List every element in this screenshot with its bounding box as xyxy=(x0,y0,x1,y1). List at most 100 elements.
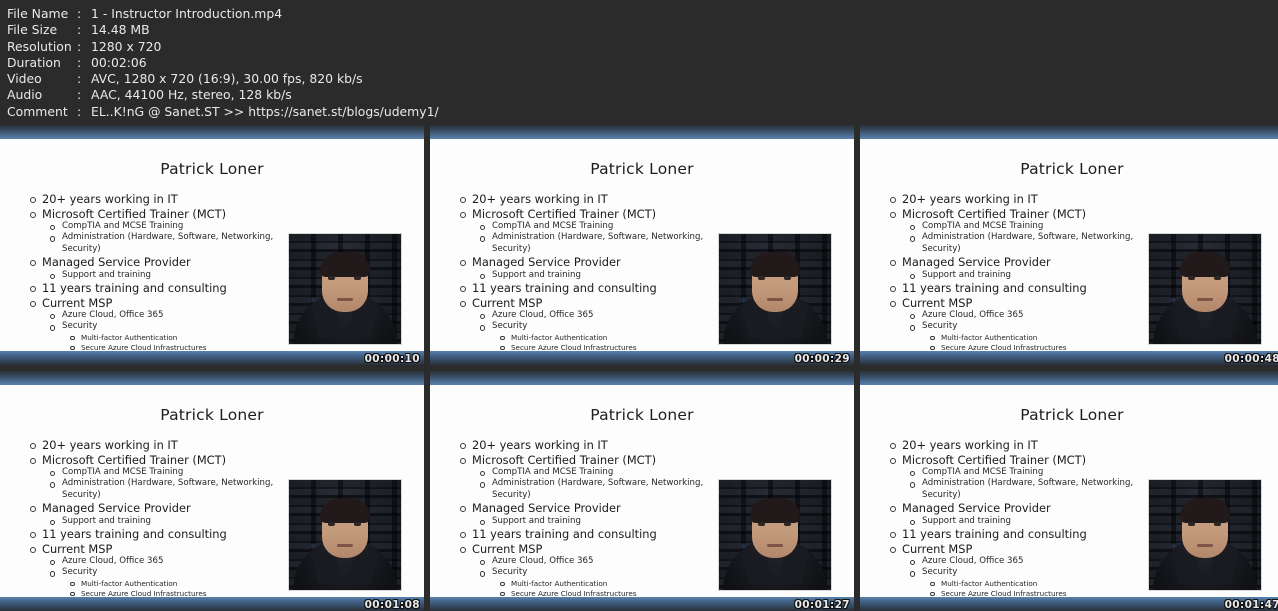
letterbox-bar-bottom xyxy=(430,597,854,611)
presenter-eye-left xyxy=(328,522,335,526)
letterbox-bar-top xyxy=(430,371,854,385)
presenter-mouth xyxy=(767,298,783,301)
thumbnail-timestamp: 00:01:47 xyxy=(1224,599,1278,611)
metadata-value: AAC, 44100 Hz, stereo, 128 kb/s xyxy=(91,87,292,103)
presenter-hair xyxy=(320,498,370,523)
thumbnail-timestamp: 00:00:48 xyxy=(1224,353,1278,365)
metadata-value: 14.48 MB xyxy=(91,22,150,38)
metadata-colon: : xyxy=(77,87,82,103)
metadata-row-duration: Duration : 00:02:06 xyxy=(7,55,1278,71)
presentation-slide: Patrick Loner 20+ years working in IT Mi… xyxy=(430,385,854,598)
metadata-label: File Size xyxy=(7,22,58,38)
bullet-level1: 20+ years working in IT xyxy=(888,192,1278,207)
video-thumbnail[interactable]: Patrick Loner 20+ years working in IT Mi… xyxy=(430,125,854,365)
metadata-colon: : xyxy=(77,71,82,87)
slide-title: Patrick Loner xyxy=(160,160,264,178)
bullet-level2: Administration (Hardware, Software, Netw… xyxy=(478,232,718,255)
thumbnail-grid: Patrick Loner 20+ years working in IT Mi… xyxy=(0,125,1278,611)
video-thumbnail[interactable]: Patrick Loner 20+ years working in IT Mi… xyxy=(860,371,1278,611)
letterbox-bar-top xyxy=(0,125,424,139)
letterbox-bar-top xyxy=(860,125,1278,139)
metadata-row-file-name: File Name : 1 - Instructor Introduction.… xyxy=(7,6,1278,22)
metadata-row-audio: Audio : AAC, 44100 Hz, stereo, 128 kb/s xyxy=(7,87,1278,103)
presentation-slide: Patrick Loner 20+ years working in IT Mi… xyxy=(430,139,854,352)
bullet-level2: CompTIA and MCSE Training xyxy=(48,221,424,232)
metadata-colon: : xyxy=(77,54,82,70)
letterbox-bar-bottom xyxy=(0,351,424,365)
metadata-value: 00:02:06 xyxy=(91,54,147,70)
letterbox-bar-bottom xyxy=(860,597,1278,611)
metadata-colon: : xyxy=(77,22,82,38)
webcam-overlay xyxy=(1148,479,1262,591)
thumbnail-timestamp: 00:01:27 xyxy=(794,599,850,611)
bullet-level1: 20+ years working in IT xyxy=(28,192,424,207)
slide-title: Patrick Loner xyxy=(1020,160,1124,178)
metadata-value: 1280 x 720 xyxy=(91,38,162,54)
metadata-label: Comment xyxy=(7,103,68,119)
bullet-level2: Administration (Hardware, Software, Netw… xyxy=(908,232,1148,255)
presenter-eye-left xyxy=(328,276,335,280)
video-thumbnail[interactable]: Patrick Loner 20+ years working in IT Mi… xyxy=(0,371,424,611)
metadata-row-file-size: File Size : 14.48 MB xyxy=(7,22,1278,38)
slide-title: Patrick Loner xyxy=(590,160,694,178)
thumbnail-timestamp: 00:00:10 xyxy=(364,353,420,365)
slide-title: Patrick Loner xyxy=(1020,406,1124,424)
bullet-level1: Microsoft Certified Trainer (MCT) xyxy=(888,207,1278,222)
presenter-mouth xyxy=(767,544,783,547)
presenter-eye-right xyxy=(1214,522,1221,526)
presenter-hair xyxy=(750,498,800,523)
webcam-overlay xyxy=(1148,233,1262,345)
metadata-row-resolution: Resolution : 1280 x 720 xyxy=(7,39,1278,55)
thumbnail-timestamp: 00:01:08 xyxy=(364,599,420,611)
presentation-slide: Patrick Loner 20+ years working in IT Mi… xyxy=(860,139,1278,352)
presenter-mouth xyxy=(337,298,353,301)
bullet-level1: Microsoft Certified Trainer (MCT) xyxy=(28,207,424,222)
bullet-level1: 20+ years working in IT xyxy=(458,438,854,453)
presenter-mouth xyxy=(1197,544,1213,547)
presenter-eye-left xyxy=(758,522,765,526)
metadata-label: File Name xyxy=(7,6,69,21)
bullet-level1: 20+ years working in IT xyxy=(888,438,1278,453)
letterbox-bar-top xyxy=(430,125,854,139)
presenter-mouth xyxy=(1197,298,1213,301)
bullet-level1: Microsoft Certified Trainer (MCT) xyxy=(458,453,854,468)
bullet-level2: Administration (Hardware, Software, Netw… xyxy=(48,232,288,255)
slide-title: Patrick Loner xyxy=(160,406,264,424)
presentation-slide: Patrick Loner 20+ years working in IT Mi… xyxy=(0,385,424,598)
bullet-level1: Microsoft Certified Trainer (MCT) xyxy=(888,453,1278,468)
letterbox-bar-top xyxy=(860,371,1278,385)
presenter-eye-right xyxy=(784,276,791,280)
bullet-level2: CompTIA and MCSE Training xyxy=(908,467,1278,478)
presenter-eye-right xyxy=(1214,276,1221,280)
presentation-slide: Patrick Loner 20+ years working in IT Mi… xyxy=(0,139,424,352)
metadata-colon: : xyxy=(77,103,82,119)
video-thumbnail[interactable]: Patrick Loner 20+ years working in IT Mi… xyxy=(430,371,854,611)
presenter-eye-left xyxy=(1188,522,1195,526)
metadata-value: AVC, 1280 x 720 (16:9), 30.00 fps, 820 k… xyxy=(91,71,363,87)
bullet-level1: 20+ years working in IT xyxy=(28,438,424,453)
presentation-slide: Patrick Loner 20+ years working in IT Mi… xyxy=(860,385,1278,598)
presenter-eye-right xyxy=(354,522,361,526)
presenter-mouth xyxy=(337,544,353,547)
bullet-level2: CompTIA and MCSE Training xyxy=(908,221,1278,232)
slide-title: Patrick Loner xyxy=(590,406,694,424)
metadata-label: Video xyxy=(7,71,42,87)
presenter-eye-right xyxy=(784,522,791,526)
bullet-level1: Microsoft Certified Trainer (MCT) xyxy=(28,453,424,468)
webcam-overlay xyxy=(288,233,402,345)
webcam-overlay xyxy=(288,479,402,591)
video-thumbnail[interactable]: Patrick Loner 20+ years working in IT Mi… xyxy=(0,125,424,365)
bullet-level2: Administration (Hardware, Software, Netw… xyxy=(478,478,718,501)
presenter-eye-left xyxy=(758,276,765,280)
bullet-level2: CompTIA and MCSE Training xyxy=(478,467,854,478)
metadata-label: Duration xyxy=(7,54,61,70)
bullet-level2: Administration (Hardware, Software, Netw… xyxy=(48,478,288,501)
presenter-hair xyxy=(320,252,370,277)
bullet-level2: CompTIA and MCSE Training xyxy=(478,221,854,232)
video-thumbnail[interactable]: Patrick Loner 20+ years working in IT Mi… xyxy=(860,125,1278,365)
metadata-value: EL..K!nG @ Sanet.ST >> https://sanet.st/… xyxy=(91,103,439,119)
letterbox-bar-top xyxy=(0,371,424,385)
bullet-level1: Microsoft Certified Trainer (MCT) xyxy=(458,207,854,222)
metadata-colon: : xyxy=(77,6,82,21)
bullet-level2: CompTIA and MCSE Training xyxy=(48,467,424,478)
